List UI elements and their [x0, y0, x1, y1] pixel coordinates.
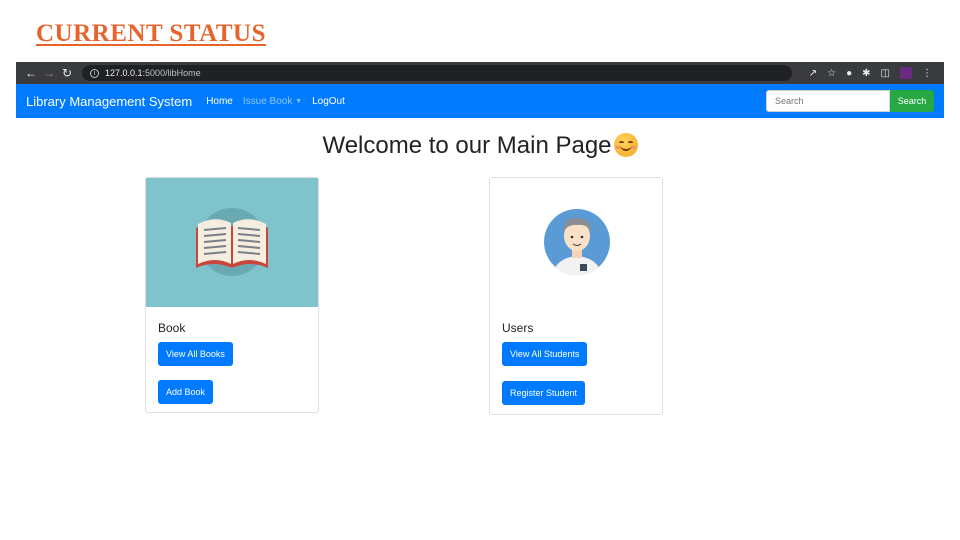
back-arrow-icon[interactable]: ←	[22, 66, 40, 80]
book-card: Book View All Books Add Book	[145, 177, 319, 413]
users-card-title: Users	[502, 321, 534, 335]
search-button[interactable]: Search	[890, 90, 934, 112]
sidebar-icon[interactable]: ◫	[881, 68, 890, 79]
share-icon[interactable]: ↗	[809, 68, 817, 79]
slide-title: CURRENT STATUS	[36, 20, 266, 47]
book-card-title: Book	[158, 321, 186, 335]
forward-arrow-icon[interactable]: →	[40, 66, 58, 80]
browser-window: ← → ↻ i 127.0.0.1:5000/libHome ↗ ☆ ● ✱ ◫…	[16, 62, 944, 118]
book-card-body: Book View All Books Add Book	[146, 307, 318, 430]
page-heading-text: Welcome to our Main Page	[322, 132, 612, 159]
extension-icon[interactable]: ●	[846, 68, 852, 79]
open-book-icon	[196, 208, 268, 276]
user-avatar-icon	[544, 209, 610, 275]
profile-icon[interactable]	[900, 67, 912, 79]
nav-logout[interactable]: LogOut	[312, 96, 345, 107]
url-host: 127.0.0.1	[105, 68, 143, 78]
smiling-emoji-icon	[613, 133, 638, 157]
users-card-image	[490, 178, 662, 307]
url-path: :5000/libHome	[142, 68, 201, 78]
register-student-button[interactable]: Register Student	[502, 381, 586, 405]
nav-home[interactable]: Home	[206, 96, 233, 107]
users-card: Users View All Students Register Student	[489, 177, 663, 415]
view-all-students-button[interactable]: View All Students	[502, 342, 588, 366]
address-bar[interactable]: i 127.0.0.1:5000/libHome	[82, 65, 792, 81]
caret-down-icon: ▼	[295, 97, 303, 105]
search-form: Search	[766, 90, 934, 112]
add-book-button[interactable]: Add Book	[158, 380, 214, 404]
users-card-body: Users View All Students Register Student	[490, 307, 662, 432]
reload-icon[interactable]: ↻	[58, 66, 76, 80]
browser-toolbar: ← → ↻ i 127.0.0.1:5000/libHome ↗ ☆ ● ✱ ◫…	[16, 62, 944, 84]
info-icon[interactable]: i	[90, 68, 99, 78]
star-icon[interactable]: ☆	[827, 68, 836, 79]
search-input[interactable]	[766, 90, 890, 112]
navbar-brand[interactable]: Library Management System	[26, 94, 192, 109]
book-card-image	[146, 178, 318, 307]
app-navbar: Library Management System Home Issue Boo…	[16, 84, 944, 118]
kebab-menu-icon[interactable]: ⋮	[922, 68, 932, 79]
nav-issue-book[interactable]: Issue Book ▼	[243, 96, 302, 107]
view-all-books-button[interactable]: View All Books	[158, 342, 233, 366]
puzzle-icon[interactable]: ✱	[862, 68, 870, 79]
browser-actions: ↗ ☆ ● ✱ ◫ ⋮	[809, 67, 938, 79]
nav-issue-book-label: Issue Book	[242, 95, 293, 107]
page-heading: Welcome to our Main Page	[0, 132, 960, 160]
